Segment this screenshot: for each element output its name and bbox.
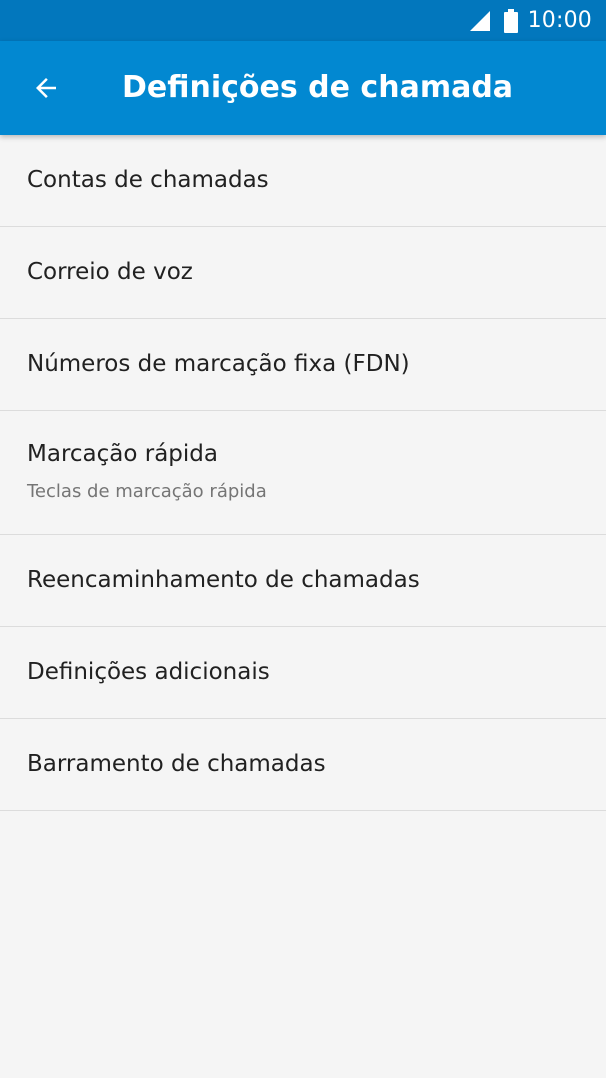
setting-additional-settings[interactable]: Definições adicionais <box>0 627 606 719</box>
setting-title: Marcação rápida <box>27 441 218 467</box>
settings-list: Contas de chamadas Correio de voz Número… <box>0 135 606 811</box>
setting-title: Números de marcação fixa (FDN) <box>27 351 410 377</box>
setting-title: Barramento de chamadas <box>27 751 326 777</box>
status-clock: 10:00 <box>527 7 592 33</box>
setting-title: Correio de voz <box>27 259 193 285</box>
setting-call-forwarding[interactable]: Reencaminhamento de chamadas <box>0 535 606 627</box>
setting-call-barring[interactable]: Barramento de chamadas <box>0 719 606 811</box>
signal-icon <box>469 10 490 31</box>
setting-title: Contas de chamadas <box>27 167 269 193</box>
setting-fixed-dialing-numbers[interactable]: Números de marcação fixa (FDN) <box>0 319 606 411</box>
setting-speed-dial[interactable]: Marcação rápida Teclas de marcação rápid… <box>0 411 606 535</box>
status-bar: 10:00 <box>0 0 606 41</box>
setting-voicemail[interactable]: Correio de voz <box>0 227 606 319</box>
back-button[interactable] <box>22 64 70 112</box>
arrow-back-icon <box>36 78 56 98</box>
battery-icon <box>503 8 518 33</box>
setting-call-accounts[interactable]: Contas de chamadas <box>0 135 606 227</box>
app-bar: Definições de chamada <box>0 41 606 135</box>
setting-subtitle: Teclas de marcação rápida <box>27 481 267 502</box>
setting-title: Definições adicionais <box>27 659 270 685</box>
setting-title: Reencaminhamento de chamadas <box>27 567 420 593</box>
status-icons: 10:00 <box>468 0 592 41</box>
page-title: Definições de chamada <box>122 70 514 105</box>
